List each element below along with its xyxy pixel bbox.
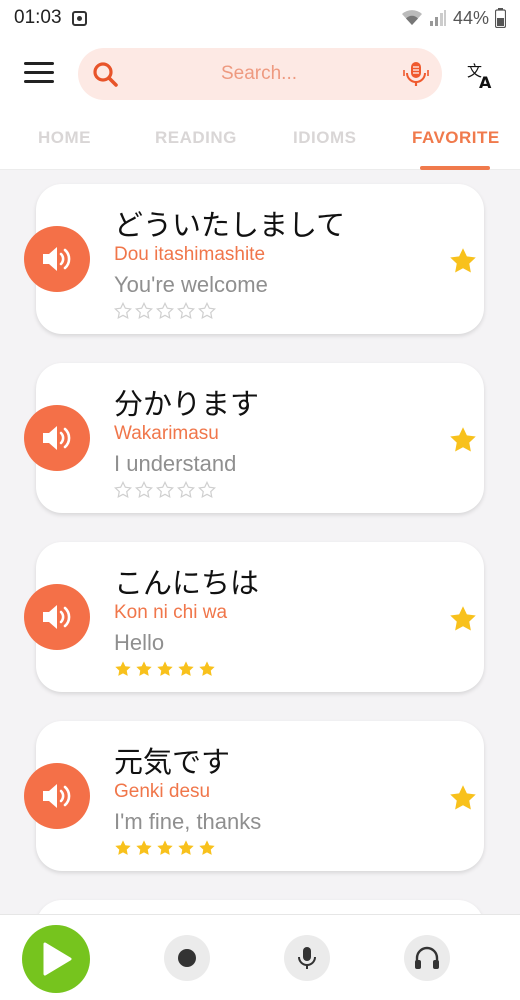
- star-filled-icon[interactable]: [156, 839, 174, 857]
- speaker-icon: [43, 784, 71, 808]
- phrase-card[interactable]: 元気です Genki desu I'm fine, thanks: [24, 721, 484, 871]
- english-text: Hello: [114, 630, 165, 655]
- hamburger-menu-icon[interactable]: [24, 62, 54, 86]
- japanese-text: こんにちは: [114, 566, 260, 600]
- rating-stars[interactable]: [114, 660, 216, 678]
- signal-icon: [429, 10, 446, 26]
- star-empty-icon[interactable]: [177, 481, 195, 499]
- favorite-star-icon[interactable]: [448, 246, 478, 276]
- phrase-card-partial[interactable]: [36, 900, 484, 914]
- bottom-player-bar: [0, 914, 520, 1000]
- star-empty-icon[interactable]: [156, 302, 174, 320]
- record-button[interactable]: [164, 935, 210, 981]
- rating-stars[interactable]: [114, 302, 216, 320]
- favorite-list[interactable]: どういたしまして Dou itashimashite You're welcom…: [0, 170, 520, 914]
- status-left: 01:03: [14, 7, 87, 29]
- battery-percent: 44%: [452, 7, 489, 28]
- star-empty-icon[interactable]: [114, 302, 132, 320]
- star-filled-icon[interactable]: [156, 660, 174, 678]
- japanese-text: どういたしまして: [114, 208, 346, 242]
- star-empty-icon[interactable]: [198, 481, 216, 499]
- star-empty-icon[interactable]: [198, 302, 216, 320]
- tab-reading[interactable]: READING: [155, 128, 237, 148]
- notification-icon: [71, 10, 87, 26]
- phrase-card[interactable]: 分かります Wakarimasu I understand: [24, 363, 484, 513]
- translate-icon[interactable]: 文 A: [466, 60, 496, 90]
- headphones-icon: [415, 946, 439, 969]
- star-filled-icon[interactable]: [177, 660, 195, 678]
- star-filled-icon[interactable]: [177, 839, 195, 857]
- speaker-icon: [43, 426, 71, 450]
- romaji-text: Kon ni chi wa: [114, 602, 228, 623]
- star-filled-icon[interactable]: [198, 839, 216, 857]
- star-empty-icon[interactable]: [156, 481, 174, 499]
- english-text: I'm fine, thanks: [114, 809, 262, 834]
- favorite-star-icon[interactable]: [448, 783, 478, 813]
- play-button[interactable]: [22, 925, 90, 993]
- speaker-icon: [43, 605, 71, 629]
- star-empty-icon[interactable]: [135, 302, 153, 320]
- star-filled-icon[interactable]: [135, 839, 153, 857]
- romaji-text: Genki desu: [114, 781, 211, 802]
- rating-stars[interactable]: [114, 839, 216, 857]
- english-text: I understand: [114, 451, 237, 476]
- japanese-text: 分かります: [114, 387, 260, 421]
- status-time: 01:03: [14, 7, 62, 28]
- search-bar[interactable]: [78, 48, 442, 100]
- star-filled-icon[interactable]: [135, 660, 153, 678]
- svg-text:A: A: [479, 73, 492, 90]
- search-input[interactable]: [134, 48, 384, 100]
- voice-button[interactable]: [284, 935, 330, 981]
- status-bar: 01:03 44%: [0, 0, 520, 36]
- microphone-icon: [298, 947, 316, 969]
- status-right: 44%: [401, 8, 506, 29]
- star-filled-icon[interactable]: [198, 660, 216, 678]
- star-filled-icon[interactable]: [114, 660, 132, 678]
- rating-stars[interactable]: [114, 481, 216, 499]
- star-empty-icon[interactable]: [114, 481, 132, 499]
- japanese-text: 元気です: [114, 745, 231, 779]
- record-icon: [178, 949, 196, 967]
- listen-button[interactable]: [404, 935, 450, 981]
- star-empty-icon[interactable]: [135, 481, 153, 499]
- microphone-icon[interactable]: [402, 60, 430, 88]
- speaker-icon: [43, 247, 71, 271]
- speaker-button[interactable]: [24, 584, 90, 650]
- romaji-text: Wakarimasu: [114, 423, 219, 444]
- favorite-star-icon[interactable]: [448, 425, 478, 455]
- speaker-button[interactable]: [24, 763, 90, 829]
- tab-home[interactable]: HOME: [38, 128, 91, 148]
- app-header: 文 A: [0, 36, 520, 116]
- star-empty-icon[interactable]: [177, 302, 195, 320]
- tab-idioms[interactable]: IDIOMS: [293, 128, 356, 148]
- tab-bar: HOME READING IDIOMS FAVORITE: [0, 116, 520, 170]
- romaji-text: Dou itashimashite: [114, 244, 266, 265]
- wifi-icon: [401, 10, 422, 25]
- phrase-card[interactable]: こんにちは Kon ni chi wa Hello: [24, 542, 484, 692]
- speaker-button[interactable]: [24, 226, 90, 292]
- star-filled-icon[interactable]: [114, 839, 132, 857]
- favorite-star-icon[interactable]: [448, 604, 478, 634]
- tab-favorite[interactable]: FAVORITE: [412, 128, 500, 148]
- english-text: You're welcome: [114, 272, 268, 297]
- play-icon: [43, 942, 72, 976]
- search-icon[interactable]: [92, 61, 118, 87]
- battery-icon: [495, 8, 506, 28]
- speaker-button[interactable]: [24, 405, 90, 471]
- phrase-card[interactable]: どういたしまして Dou itashimashite You're welcom…: [24, 184, 484, 334]
